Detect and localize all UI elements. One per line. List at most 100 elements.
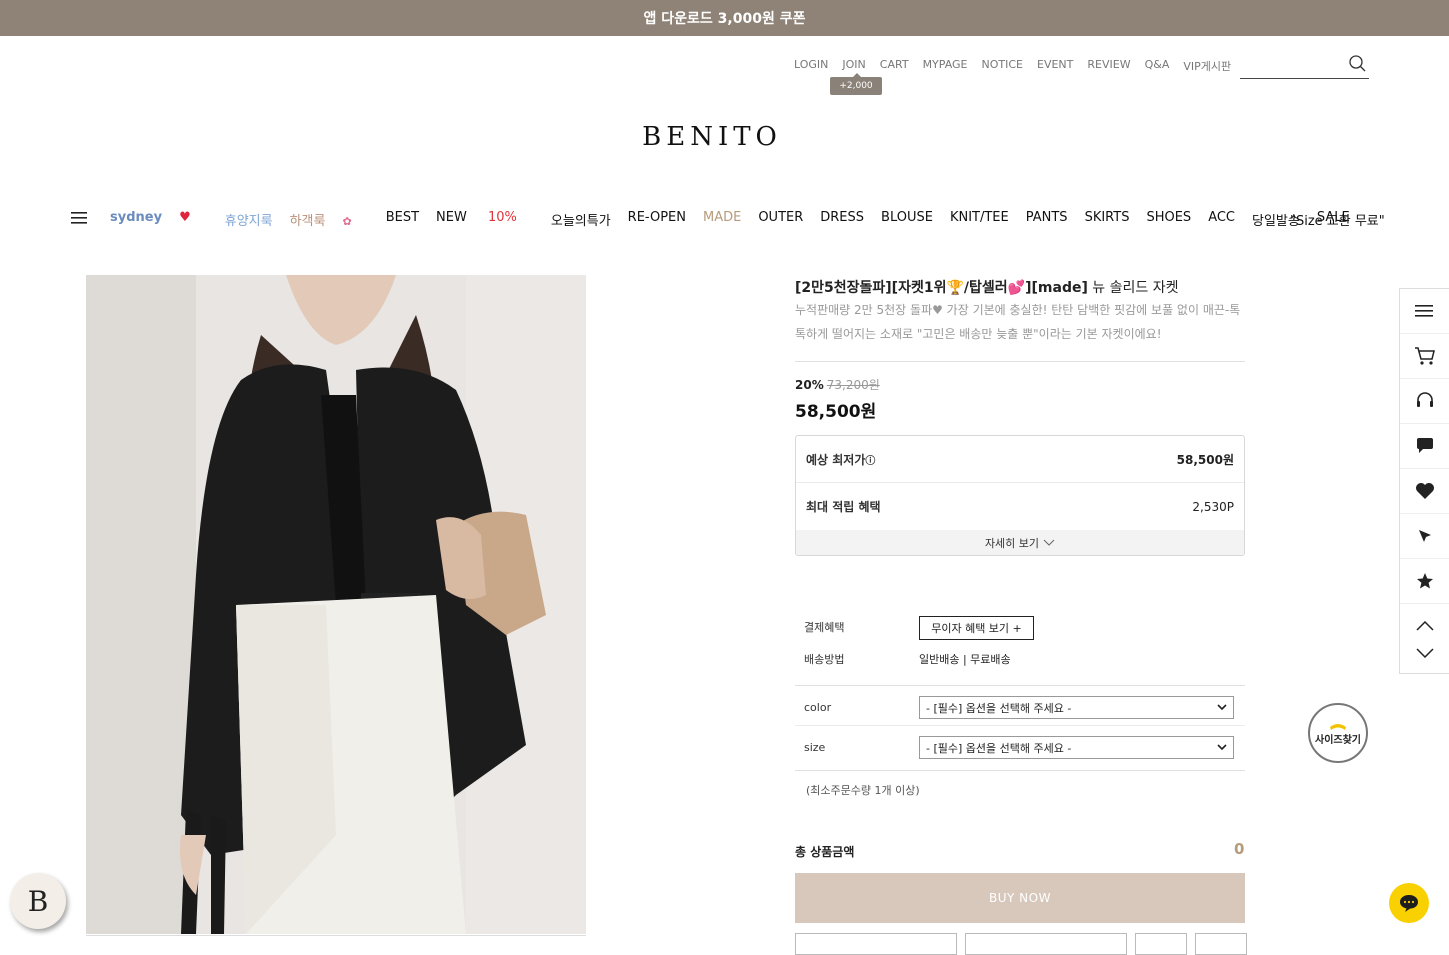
chevron-down-icon xyxy=(1217,704,1227,711)
points-label: 최대 적립 혜택 xyxy=(806,500,881,514)
title-part-1: [2만5천장돌파][자켓1위 xyxy=(795,280,947,296)
nav-pants[interactable]: PANTS xyxy=(1026,210,1068,229)
product-image[interactable] xyxy=(86,275,586,934)
quick-favorite[interactable] xyxy=(1400,559,1449,604)
notice-link[interactable]: NOTICE xyxy=(982,58,1023,74)
main-nav: sydney ♥ 휴양지룩 하객룩 ✿ BEST NEW 10% 오늘의특가 RE-… xyxy=(110,210,1367,229)
nav-shoes[interactable]: SHOES xyxy=(1146,210,1191,229)
nav-dress[interactable]: DRESS xyxy=(820,210,864,229)
quick-customer-center[interactable] xyxy=(1400,379,1449,424)
size-select-value: - [필수] 옵션을 선택해 주세요 - xyxy=(926,741,1072,755)
chat-icon xyxy=(1400,895,1418,912)
heart-icon xyxy=(1415,483,1434,499)
title-part-4: 뉴 솔리드 자켓 xyxy=(1087,280,1179,296)
title-part-3: ][made] xyxy=(1025,280,1088,296)
chevron-up-icon xyxy=(1415,621,1434,631)
size-select[interactable]: - [필수] 옵션을 선택해 주세요 - xyxy=(919,736,1234,759)
login-link[interactable]: LOGIN xyxy=(794,58,828,74)
total-price-value: 0 xyxy=(1234,840,1245,858)
cart-link[interactable]: CART xyxy=(880,58,909,74)
review-link[interactable]: REVIEW xyxy=(1087,58,1130,74)
est-price-label: 예상 최저가ⓘ xyxy=(806,451,875,468)
min-order-note: (최소주문수량 1개 이상) xyxy=(806,784,920,797)
join-link[interactable]: JOIN xyxy=(842,58,865,74)
quick-cart[interactable] xyxy=(1400,334,1449,379)
nav-knit-tee[interactable]: KNIT/TEE xyxy=(950,210,1009,229)
cart-button[interactable] xyxy=(795,933,957,955)
discount-info: 20% 73,200원 xyxy=(795,376,880,393)
nav-best[interactable]: BEST xyxy=(386,210,419,229)
interest-free-button[interactable]: 무이자 혜택 보기 + xyxy=(919,616,1034,640)
nav-made[interactable]: MADE xyxy=(703,210,741,229)
search-icon[interactable] xyxy=(1348,54,1366,72)
menu-icon xyxy=(1414,305,1433,317)
title-part-2: /탑셀러 xyxy=(963,280,1008,296)
mypage-link[interactable]: MYPAGE xyxy=(923,58,968,74)
scroll-bottom-button[interactable] xyxy=(1400,631,1449,675)
nav-outer[interactable]: OUTER xyxy=(758,210,803,229)
chat-bubble-icon xyxy=(1416,438,1433,453)
estimated-lowest-price-row: 예상 최저가ⓘ 58,500원 xyxy=(796,436,1244,483)
share-button[interactable] xyxy=(1135,933,1187,955)
shipping-method-label: 배송방법 xyxy=(804,653,845,666)
qna-link[interactable]: Q&A xyxy=(1145,58,1170,74)
buy-now-button[interactable]: BUY NOW xyxy=(795,873,1245,923)
brand-b-badge[interactable]: B xyxy=(10,873,66,929)
quick-menu-list[interactable] xyxy=(1400,289,1449,334)
vip-board-link[interactable]: VIP게시판 xyxy=(1183,58,1231,74)
shipping-method-value: 일반배송 | 무료배송 xyxy=(919,653,1011,666)
nav-skirts[interactable]: SKIRTS xyxy=(1085,210,1130,229)
nav-blouse[interactable]: BLOUSE xyxy=(881,210,933,229)
points-value: 2,530P xyxy=(1192,499,1234,514)
quick-menu xyxy=(1399,288,1449,674)
utility-nav: LOGIN JOIN CART MYPAGE NOTICE EVENT REVI… xyxy=(794,58,1231,74)
nav-guest-look[interactable]: 하객룩 ✿ xyxy=(290,210,369,229)
est-price-value: 58,500원 xyxy=(1176,452,1234,467)
heart-icon: ♥ xyxy=(179,210,191,225)
join-bonus-badge: +2,000 xyxy=(830,73,882,95)
nav-resort-look[interactable]: 휴양지룩 xyxy=(225,210,273,229)
nav-reopen[interactable]: RE-OPEN xyxy=(628,210,686,229)
product-description: 누적판매량 2만 5천장 돌파♥ 가장 기본에 충실한! 탄탄 담백한 핏감에 … xyxy=(795,303,1241,341)
quick-chat[interactable] xyxy=(1400,424,1449,469)
divider xyxy=(795,770,1245,771)
discount-percent: 20% xyxy=(795,378,824,392)
chevron-down-icon xyxy=(1217,744,1227,751)
benefit-box: 예상 최저가ⓘ 58,500원 최대 적립 혜택 2,530P 자세히 보기 xyxy=(795,435,1245,556)
original-price: 73,200원 xyxy=(826,378,880,392)
chevron-down-icon xyxy=(1043,539,1055,546)
size-finder-button[interactable]: 사이즈찾기 xyxy=(1308,703,1368,763)
size-option-label: size xyxy=(804,741,826,754)
top-banner[interactable]: 앱 다운로드 3,000원 쿠폰 xyxy=(0,0,1449,36)
free-size-exchange-link[interactable]: "Size 교환 무료" xyxy=(1290,210,1385,229)
trophy-icon: 🏆 xyxy=(946,280,964,296)
payment-benefit-label: 결제혜택 xyxy=(804,621,845,634)
kakao-chat-button[interactable] xyxy=(1389,883,1429,923)
divider xyxy=(795,685,1245,686)
nav-new-label: NEW xyxy=(436,210,467,225)
nav-sydney[interactable]: sydney ♥ xyxy=(110,210,208,229)
nav-today-deal[interactable]: 오늘의특가 xyxy=(551,210,611,229)
event-link[interactable]: EVENT xyxy=(1037,58,1073,74)
divider xyxy=(795,725,1245,726)
product-title: [2만5천장돌파][자켓1위🏆/탑셀러💕][made] 뉴 솔리드 자켓 xyxy=(795,277,1245,297)
info-icon[interactable]: ⓘ xyxy=(865,456,875,467)
quick-wishlist[interactable] xyxy=(1400,469,1449,514)
est-price-label-text: 예상 최저가 xyxy=(806,452,866,467)
chevron-down-icon xyxy=(1415,648,1434,658)
quick-recent[interactable] xyxy=(1400,514,1449,559)
nav-acc[interactable]: ACC xyxy=(1208,210,1235,229)
tape-measure-icon xyxy=(1330,723,1346,730)
hamburger-menu-icon[interactable] xyxy=(71,210,89,226)
see-details-button[interactable]: 자세히 보기 xyxy=(796,530,1244,555)
size-finder-label: 사이즈찾기 xyxy=(1315,734,1361,746)
total-price-label: 총 상품금액 xyxy=(795,845,855,859)
cursor-icon xyxy=(1418,530,1431,542)
color-select[interactable]: - [필수] 옵션을 선택해 주세요 - xyxy=(919,696,1234,719)
extra-button[interactable] xyxy=(1195,933,1247,955)
divider xyxy=(795,361,1245,362)
wishlist-button[interactable] xyxy=(965,933,1127,955)
product-photo-illustration xyxy=(86,275,586,934)
site-logo[interactable]: BENITO xyxy=(600,122,824,152)
nav-new[interactable]: NEW 10% xyxy=(436,210,534,229)
